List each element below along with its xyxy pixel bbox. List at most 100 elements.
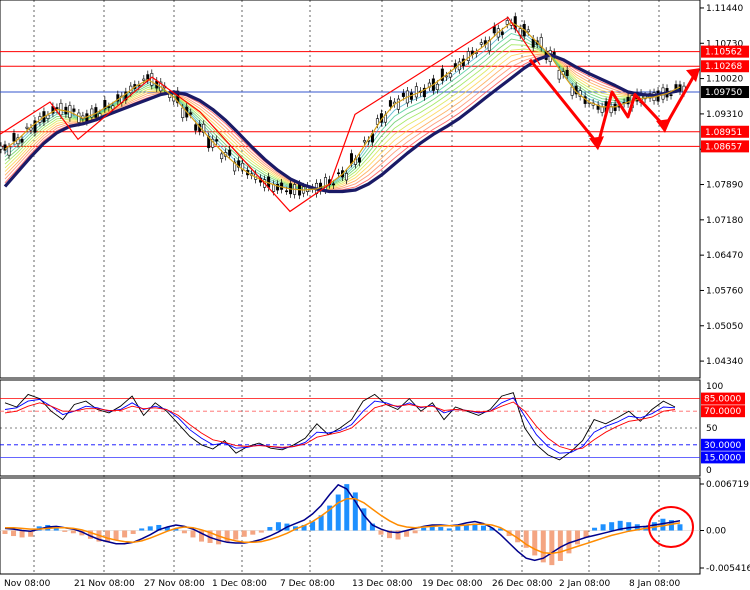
price-y-tick-label-7: 1.06470	[706, 251, 743, 261]
x-tick-label-8: 2 Jan 08:00	[559, 579, 611, 589]
stoch-y-tick-label-6: 0	[706, 466, 712, 476]
price-y-tick-label-0: 1.11440	[706, 4, 743, 14]
x-tick-label-4: 7 Dec 08:00	[280, 579, 335, 589]
candle-body	[25, 126, 29, 129]
x-tick-label-1: 21 Nov 08:00	[74, 579, 135, 589]
macd-histogram-bar-48	[412, 530, 418, 534]
candle-body	[435, 83, 439, 90]
macd-histogram-bar-44	[378, 530, 384, 535]
macd-y-tick-label-2: -0.005416	[706, 564, 750, 574]
macd-histogram-bar-0	[2, 530, 8, 534]
candle-body	[401, 92, 405, 97]
price-level-label-2: 1.09750	[705, 88, 742, 98]
price-y-tick-label-3: 1.09310	[706, 110, 743, 120]
chart-root: 1.114401.107301.100201.093101.086001.078…	[0, 0, 750, 590]
chart-canvas: 1.114401.107301.100201.093101.086001.078…	[0, 0, 750, 589]
macd-histogram-bar-22	[190, 530, 196, 538]
candle-body	[189, 112, 193, 115]
candle-body	[332, 183, 336, 186]
candle-body	[388, 100, 392, 107]
candle-body	[194, 124, 198, 131]
macd-histogram-bar-25	[216, 530, 222, 545]
stoch-y-tick-label-1: 85.0000	[704, 395, 741, 405]
macd-histogram-bar-1	[11, 530, 17, 537]
candle-body	[228, 149, 232, 156]
stoch-y-tick-label-0: 100	[706, 382, 723, 392]
macd-histogram-bar-27	[233, 530, 239, 540]
macd-histogram-bar-51	[438, 527, 444, 531]
price-panel	[0, 0, 701, 379]
candle-body	[12, 133, 16, 142]
price-y-tick-label-9: 1.05050	[706, 322, 743, 332]
candle-body	[107, 106, 111, 108]
candle-body	[59, 102, 63, 116]
macd-histogram-bar-39	[335, 494, 341, 531]
macd-histogram-bar-2	[19, 530, 25, 538]
candle-body	[565, 69, 569, 77]
candle-body	[414, 86, 418, 98]
candle-body	[142, 78, 146, 81]
macd-histogram-bar-49	[421, 527, 427, 531]
price-level-label-0: 1.10562	[705, 48, 742, 58]
macd-histogram-bar-14	[122, 530, 128, 538]
macd-histogram-bar-13	[113, 530, 119, 541]
x-tick-label-7: 26 Dec 08:00	[492, 579, 553, 589]
candle-body	[344, 173, 348, 181]
price-y-tick-label-10: 1.04340	[706, 357, 743, 367]
price-y-tick-label-5: 1.07890	[706, 181, 743, 191]
price-y-tick-label-8: 1.05760	[706, 286, 743, 296]
x-tick-label-2: 27 Nov 08:00	[144, 579, 205, 589]
price-level-label-3: 1.08951	[705, 128, 742, 138]
candle-body	[479, 42, 483, 45]
stoch-y-tick-label-3: 50	[706, 424, 718, 434]
macd-histogram-bar-26	[224, 530, 230, 543]
macd-y-tick-label-1: 0.00	[706, 527, 726, 537]
candle-body	[448, 73, 452, 78]
candle-body	[77, 112, 81, 123]
macd-histogram-bar-7	[62, 530, 68, 532]
macd-histogram-bar-17	[147, 526, 153, 531]
candle-body	[150, 73, 154, 86]
macd-histogram-bar-56	[480, 525, 486, 531]
candle-body	[0, 145, 3, 150]
macd-histogram-bar-62	[532, 530, 538, 556]
macd-histogram-bar-32	[275, 522, 281, 531]
price-y-tick-label-6: 1.07180	[706, 216, 743, 226]
candle-body	[669, 94, 673, 96]
macd-histogram-bar-30	[258, 530, 264, 533]
price-y-tick-label-2: 1.10020	[706, 75, 743, 85]
candle-body	[215, 139, 219, 142]
x-tick-label-9: 8 Jan 08:00	[629, 579, 681, 589]
macd-histogram-bar-67	[574, 530, 580, 545]
macd-histogram-bar-15	[130, 530, 136, 534]
candle-body	[500, 31, 504, 35]
price-level-label-4: 1.08657	[705, 142, 742, 152]
macd-histogram-bar-31	[267, 527, 273, 531]
candle-body	[3, 144, 7, 151]
x-tick-label-6: 19 Dec 08:00	[422, 579, 483, 589]
macd-histogram-bar-28	[241, 530, 247, 537]
macd-histogram-bar-8	[70, 530, 76, 534]
stoch-y-tick-label-5: 15.0000	[704, 453, 741, 463]
candle-body	[336, 172, 340, 175]
candle-body	[220, 153, 224, 159]
x-tick-label-0: Nov 08:00	[4, 579, 51, 589]
candle-body	[285, 190, 289, 193]
macd-histogram-bar-69	[592, 527, 598, 531]
x-tick-label-5: 13 Dec 08:00	[352, 579, 413, 589]
candle-body	[362, 140, 366, 143]
candle-body	[505, 20, 509, 25]
candle-body	[526, 29, 530, 33]
candle-body	[20, 138, 24, 143]
candle-body	[349, 153, 353, 164]
macd-histogram-bar-52	[446, 528, 452, 531]
macd-histogram-bar-70	[600, 524, 606, 531]
candle-body	[466, 51, 470, 61]
x-tick-label-3: 1 Dec 08:00	[212, 579, 267, 589]
price-level-label-1: 1.10268	[705, 62, 742, 72]
macd-histogram-bar-16	[139, 528, 145, 531]
candle-body	[72, 108, 76, 112]
candle-body	[7, 146, 11, 156]
candle-body	[444, 75, 448, 78]
macd-histogram-bar-29	[250, 530, 256, 535]
